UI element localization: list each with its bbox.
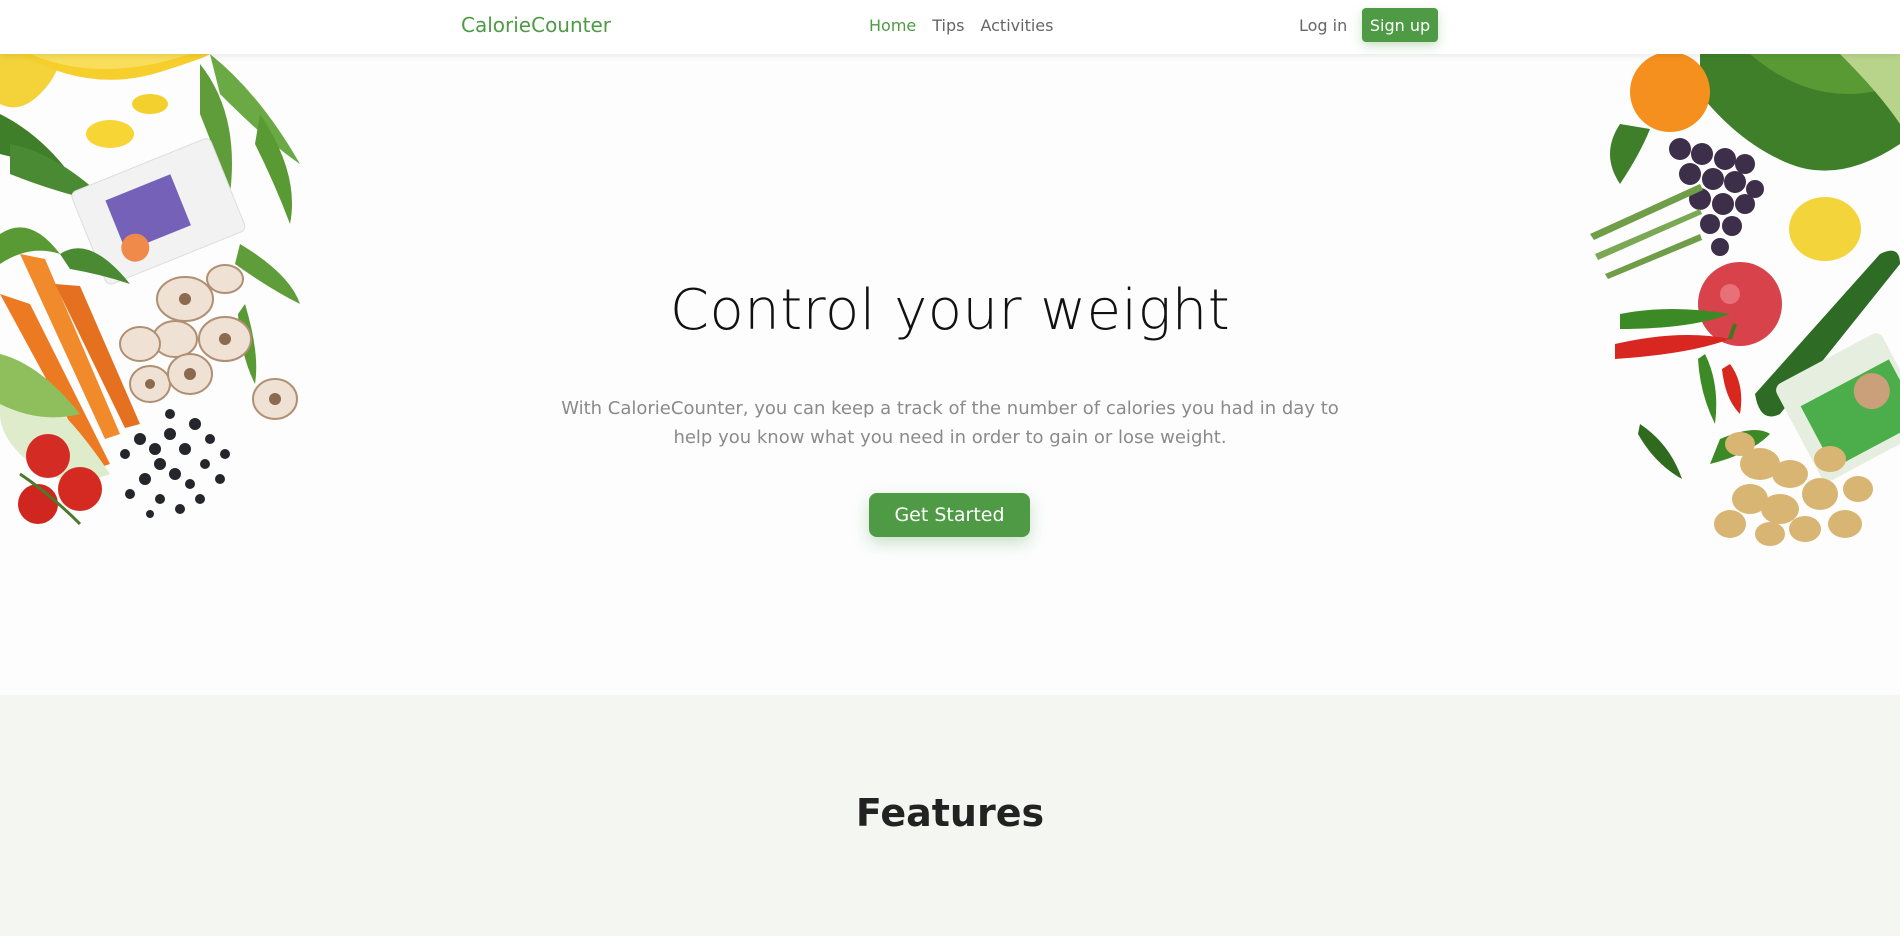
get-started-button[interactable]: Get Started bbox=[869, 493, 1030, 537]
login-link[interactable]: Log in bbox=[1299, 16, 1347, 35]
hero-title: Control your weight bbox=[669, 278, 1231, 343]
nav-link-home[interactable]: Home bbox=[869, 16, 916, 35]
features-title: Features bbox=[855, 791, 1045, 835]
hero-description: With CalorieCounter, you can keep a trac… bbox=[561, 398, 1339, 448]
top-navbar: CalorieCounter Home Tips Activities Log … bbox=[0, 0, 1900, 54]
nav-links: Home Tips Activities bbox=[869, 16, 1053, 35]
hero-section: Control your weight With CalorieCounter,… bbox=[0, 54, 1900, 695]
features-section: Features bbox=[0, 695, 1900, 936]
nav-link-activities[interactable]: Activities bbox=[980, 16, 1053, 35]
brand-logo[interactable]: CalorieCounter bbox=[461, 13, 611, 37]
signup-button[interactable]: Sign up bbox=[1362, 8, 1438, 42]
nav-link-tips[interactable]: Tips bbox=[932, 16, 964, 35]
